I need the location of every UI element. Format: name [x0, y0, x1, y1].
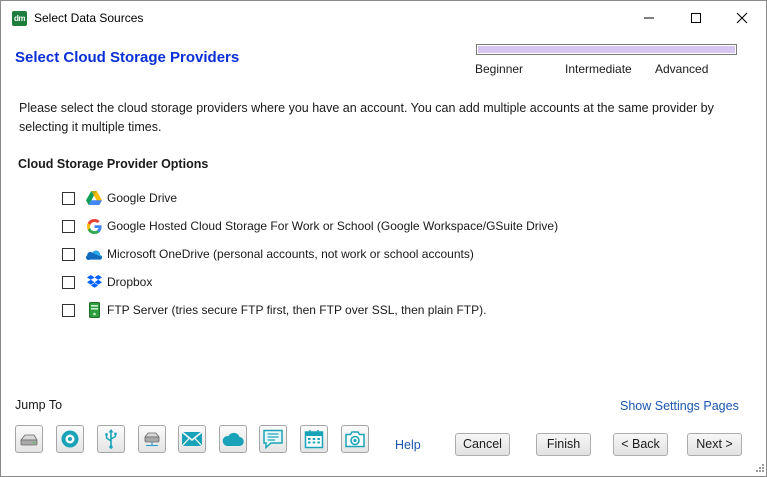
onedrive-checkbox[interactable]: [62, 247, 75, 261]
dropbox-checkbox[interactable]: [62, 275, 75, 289]
instructions-text: Please select the cloud storage provider…: [19, 101, 714, 134]
option-label: Dropbox: [107, 275, 153, 289]
google-drive-checkbox[interactable]: [62, 191, 75, 205]
message-icon: [263, 429, 283, 449]
option-label: Google Hosted Cloud Storage For Work or …: [107, 219, 559, 233]
jump-usb-button[interactable]: [97, 425, 125, 453]
dialog-window: dm Select Data Sources Select Cloud Stor…: [0, 0, 767, 477]
jump-cloud-button[interactable]: [219, 425, 247, 453]
maximize-button[interactable]: [673, 1, 719, 34]
cancel-button[interactable]: Cancel: [455, 433, 510, 456]
onedrive-cloud-icon: [86, 246, 102, 262]
minimize-icon: [644, 17, 654, 19]
jump-message-button[interactable]: [259, 425, 287, 453]
calendar-icon: [304, 430, 324, 449]
option-label: FTP Server (tries secure FTP first, then…: [107, 303, 487, 317]
option-google-drive[interactable]: Google Drive: [62, 189, 177, 207]
help-link[interactable]: Help: [395, 438, 421, 452]
page-title: Select Cloud Storage Providers: [15, 49, 240, 66]
title-bar[interactable]: dm Select Data Sources: [1, 1, 766, 34]
app-logo-icon: dm: [12, 11, 27, 26]
google-drive-icon: [86, 190, 102, 206]
dropbox-icon: [86, 274, 102, 290]
option-ftp-server[interactable]: FTP Server (tries secure FTP first, then…: [62, 301, 486, 319]
level-label-advanced[interactable]: Advanced: [655, 62, 708, 76]
show-settings-pages-link[interactable]: Show Settings Pages: [620, 399, 739, 413]
disc-icon: [61, 430, 79, 448]
jump-email-button[interactable]: [178, 425, 206, 453]
google-g-icon: [86, 218, 102, 234]
ftp-server-checkbox[interactable]: [62, 303, 75, 317]
back-button[interactable]: < Back: [613, 433, 668, 456]
finish-button[interactable]: Finish: [536, 433, 591, 456]
option-dropbox[interactable]: Dropbox: [62, 273, 152, 291]
jump-calendar-button[interactable]: [300, 425, 328, 453]
window-title: Select Data Sources: [34, 11, 144, 25]
resize-grip-icon[interactable]: [753, 463, 765, 475]
experience-level-slider[interactable]: [476, 44, 737, 55]
level-label-intermediate[interactable]: Intermediate: [565, 62, 632, 76]
usb-icon: [105, 429, 117, 449]
experience-level-fill: [478, 46, 735, 53]
jump-disc-button[interactable]: [56, 425, 84, 453]
drive-icon: [20, 434, 38, 446]
level-label-beginner[interactable]: Beginner: [475, 62, 523, 76]
option-label: Google Drive: [107, 191, 178, 205]
options-heading: Cloud Storage Provider Options: [18, 157, 209, 171]
next-button[interactable]: Next >: [687, 433, 742, 456]
jump-network-drive-button[interactable]: [138, 425, 166, 453]
option-onedrive[interactable]: Microsoft OneDrive (personal accounts, n…: [62, 245, 474, 263]
ftp-server-icon: [86, 302, 102, 318]
close-button[interactable]: [719, 1, 765, 34]
option-label: Microsoft OneDrive (personal accounts, n…: [107, 247, 474, 261]
google-workspace-checkbox[interactable]: [62, 219, 75, 233]
jump-to-label: Jump To: [15, 398, 63, 412]
option-google-workspace[interactable]: Google Hosted Cloud Storage For Work or …: [62, 217, 558, 235]
minimize-button[interactable]: [626, 1, 672, 34]
camera-icon: [345, 431, 365, 448]
jump-drive-button[interactable]: [15, 425, 43, 453]
cloud-icon: [222, 432, 244, 446]
email-icon: [181, 431, 203, 447]
jump-camera-button[interactable]: [341, 425, 369, 453]
network-drive-icon: [144, 432, 160, 447]
close-icon: [736, 12, 748, 24]
maximize-icon: [691, 13, 701, 23]
